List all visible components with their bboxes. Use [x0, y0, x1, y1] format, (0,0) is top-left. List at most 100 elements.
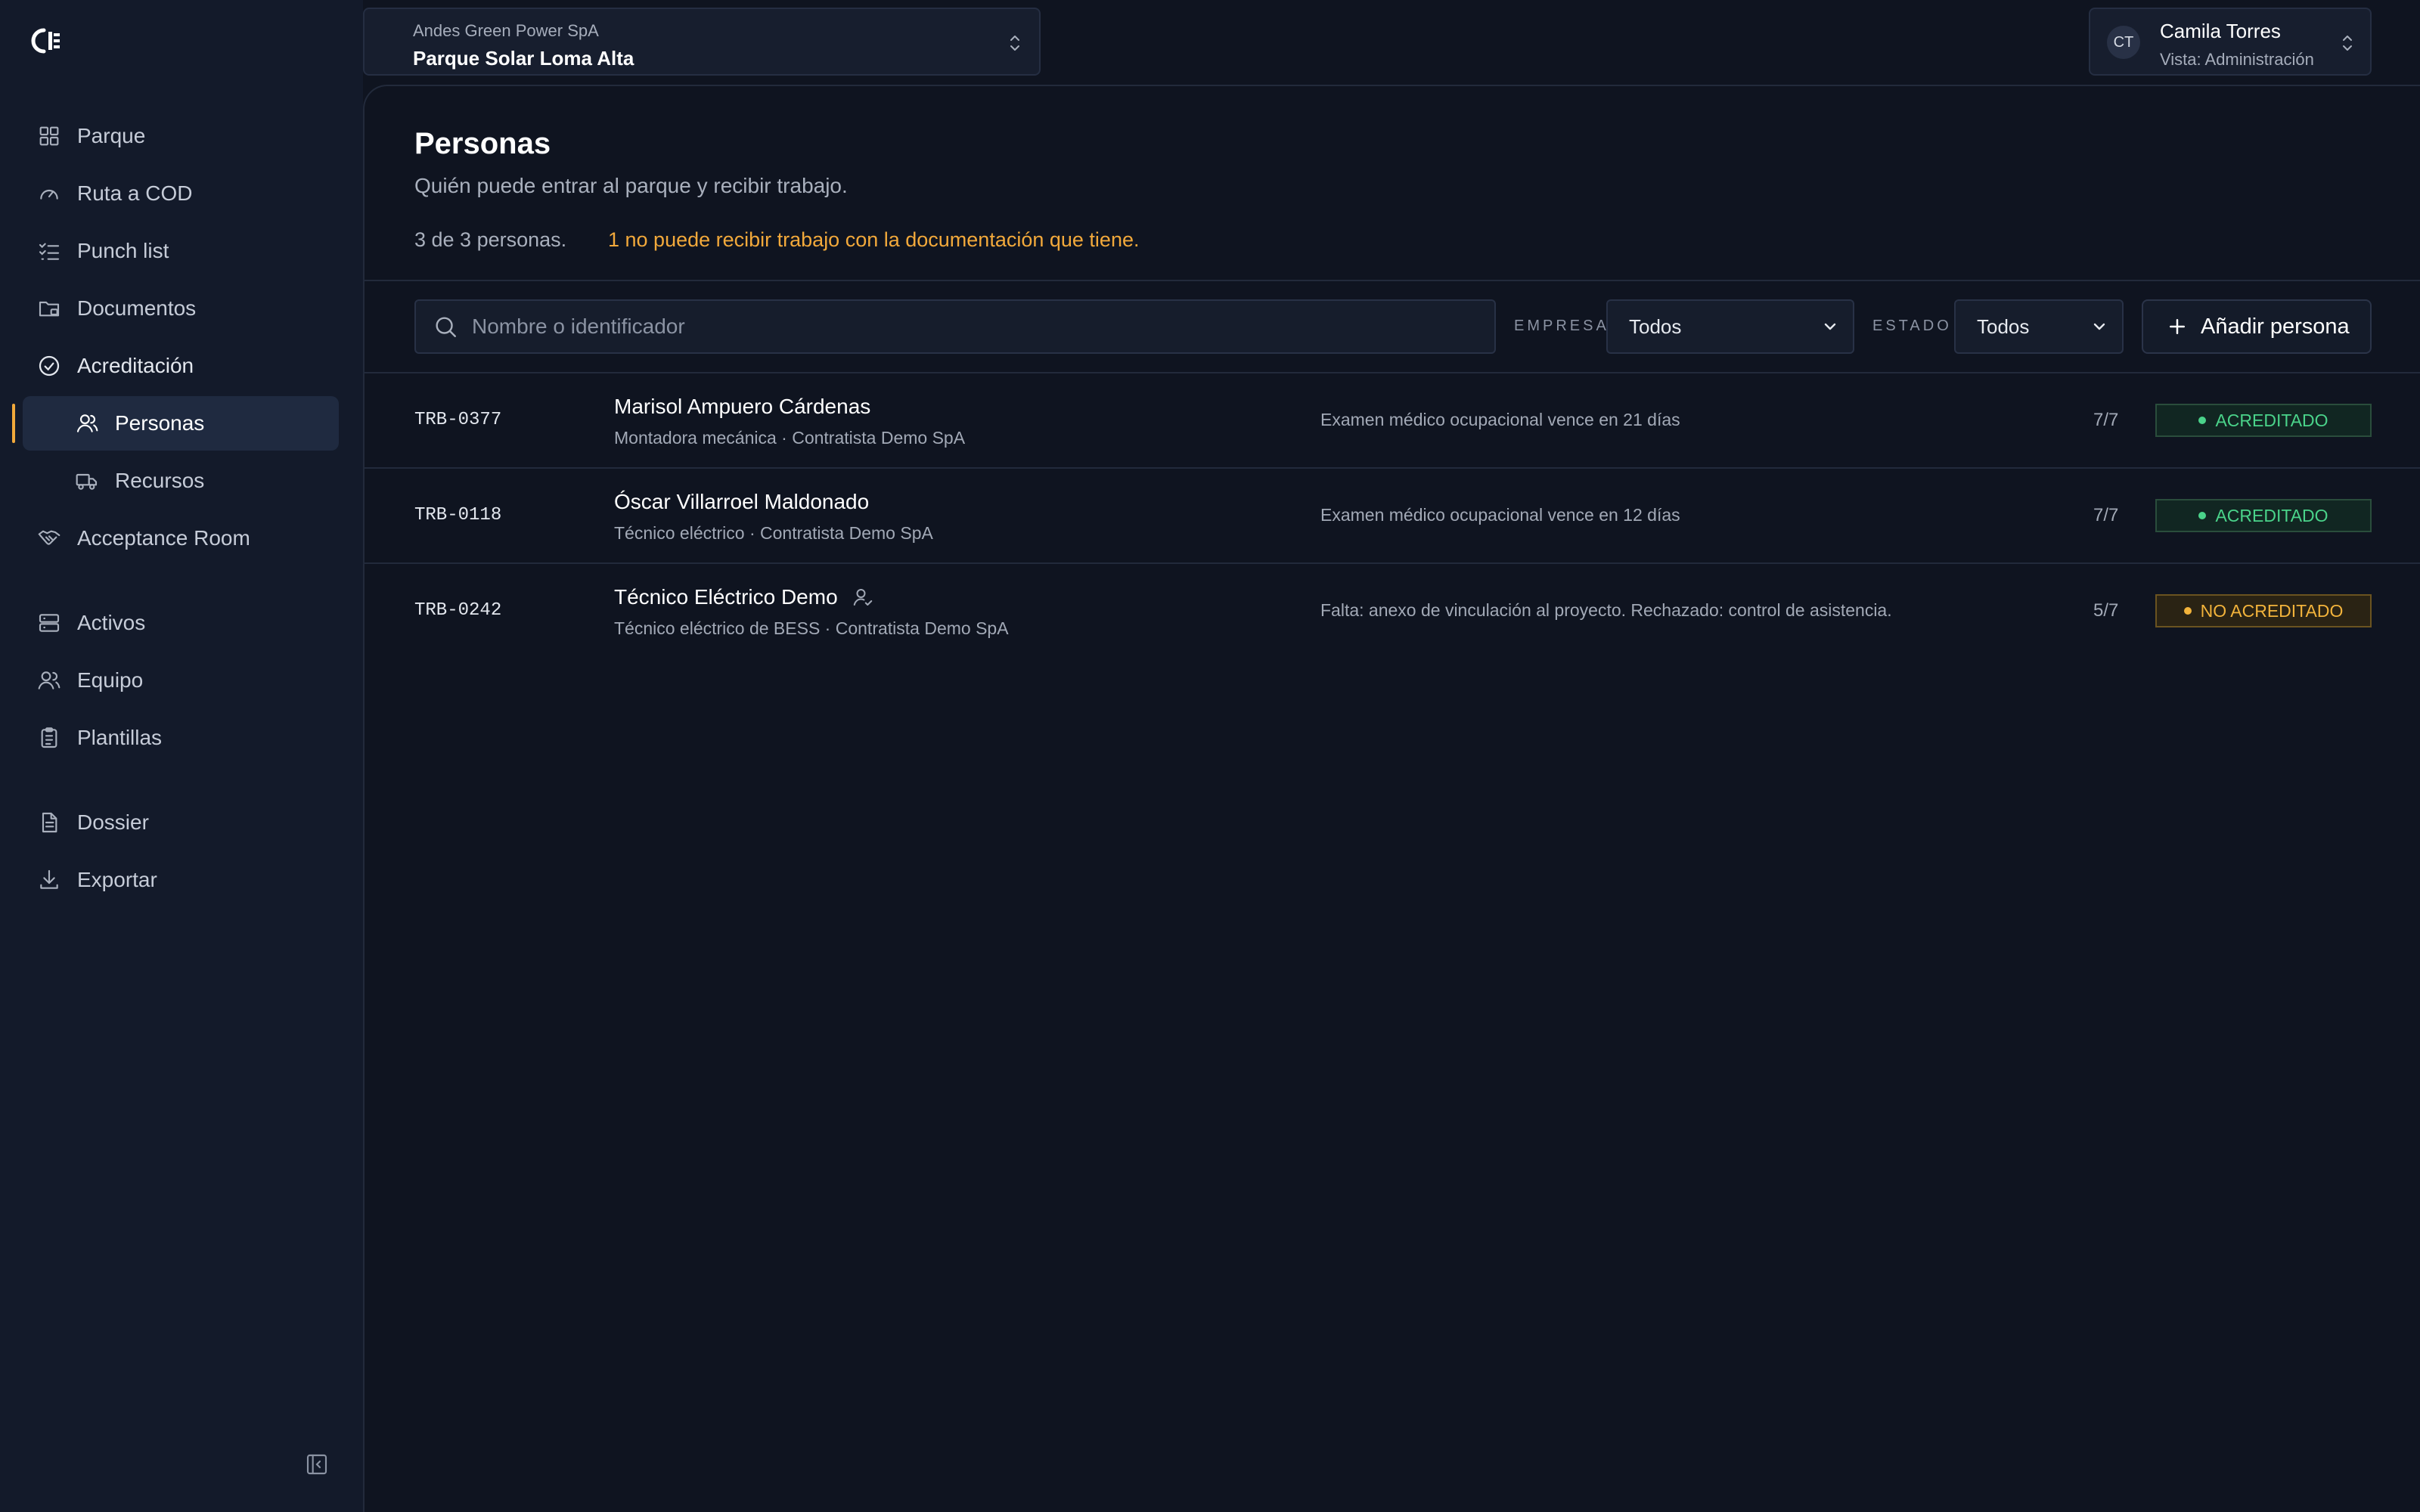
estado-filter-label: ESTADO — [1872, 318, 1952, 334]
sidebar-item-documentos[interactable]: Documentos — [23, 281, 339, 336]
empresa-select[interactable]: Todos — [1606, 299, 1854, 354]
user-role: Vista: Administración — [2160, 50, 2314, 69]
table-row[interactable]: TRB-0242 Técnico Eléctrico Demo Técnico … — [365, 564, 2420, 659]
table-row[interactable]: TRB-0118 Óscar Villarroel Maldonado Técn… — [365, 469, 2420, 564]
sidebar: Parque Ruta a COD Punch list Documentos — [0, 0, 363, 1512]
people-count: 3 de 3 personas. — [414, 228, 567, 251]
grid-icon — [36, 123, 62, 149]
sidebar-item-label: Dossier — [77, 810, 149, 834]
sidebar-item-label: Plantillas — [77, 726, 163, 749]
sidebar-item-label: Exportar — [77, 868, 157, 891]
sidebar-item-punch-list[interactable]: Punch list — [23, 224, 339, 278]
sidebar-item-label: Parque — [77, 124, 146, 147]
sidebar-item-acceptance-room[interactable]: Acceptance Room — [23, 511, 339, 565]
table-row[interactable]: TRB-0377 Marisol Ampuero Cárdenas Montad… — [365, 373, 2420, 469]
sidebar-item-parque[interactable]: Parque — [23, 109, 339, 163]
estado-select-value: Todos — [1977, 314, 2030, 338]
check-circle-icon — [36, 353, 62, 379]
person-name-text: Técnico Eléctrico Demo — [614, 585, 838, 609]
status-badge: NO ACREDITADO — [2155, 594, 2372, 627]
empresa-filter-label: EMPRESA — [1514, 318, 1609, 334]
search-input[interactable] — [470, 314, 1494, 339]
sidebar-item-ruta-cod[interactable]: Ruta a COD — [23, 166, 339, 221]
person-meta: Técnico eléctrico de BESS · Contratista … — [614, 618, 1009, 638]
file-icon — [36, 810, 62, 835]
status-dot — [2183, 607, 2192, 615]
project-switcher[interactable]: Andes Green Power SpA Parque Solar Loma … — [363, 8, 1041, 76]
person-meta: Montadora mecánica · Contratista Demo Sp… — [614, 428, 966, 448]
status-dot — [2198, 417, 2207, 424]
person-name-text: Marisol Ampuero Cárdenas — [614, 395, 871, 418]
add-person-label: Añadir persona — [2201, 314, 2350, 339]
sidebar-item-label: Acceptance Room — [77, 526, 250, 550]
status-badge: ACREDITADO — [2155, 404, 2372, 437]
server-icon — [36, 610, 62, 636]
sidebar-collapse-icon — [305, 1452, 329, 1480]
avatar: CT — [2107, 26, 2140, 59]
empresa-select-value: Todos — [1629, 314, 1682, 338]
sidebar-item-label: Ruta a COD — [77, 181, 193, 205]
sidebar-item-acreditacion[interactable]: Acreditación — [23, 339, 339, 393]
sidebar-item-dossier[interactable]: Dossier — [23, 795, 339, 850]
sidebar-item-recursos[interactable]: Recursos — [23, 454, 339, 508]
status-label: ACREDITADO — [2215, 410, 2328, 430]
collapse-sidebar-button[interactable] — [302, 1452, 331, 1480]
person-note: Examen médico ocupacional vence en 12 dí… — [1320, 505, 1680, 525]
team-icon — [36, 668, 62, 693]
chevron-up-down-icon — [1004, 30, 1025, 56]
person-meta: Técnico eléctrico · Contratista Demo SpA — [614, 523, 933, 543]
clipboard-icon — [36, 725, 62, 751]
sidebar-item-label: Recursos — [115, 469, 205, 492]
checklist-icon — [36, 238, 62, 264]
project-name: Parque Solar Loma Alta — [413, 47, 634, 70]
search-box[interactable] — [414, 299, 1496, 354]
chevron-down-icon — [2090, 318, 2108, 336]
person-name-text: Óscar Villarroel Maldonado — [614, 490, 870, 513]
org-name: Andes Green Power SpA — [413, 21, 599, 40]
user-check-icon — [852, 586, 874, 609]
folder-icon — [36, 296, 62, 321]
sidebar-item-label: Personas — [115, 411, 205, 435]
warning-message: 1 no puede recibir trabajo con la docume… — [608, 228, 1140, 251]
status-label: ACREDITADO — [2215, 505, 2328, 525]
person-code: TRB-0118 — [414, 505, 502, 525]
divider — [365, 280, 2420, 281]
chevron-up-down-icon — [2337, 30, 2358, 56]
handshake-icon — [36, 525, 62, 551]
chevron-down-icon — [1821, 318, 1839, 336]
document-count: 7/7 — [2093, 505, 2119, 525]
status-badge: ACREDITADO — [2155, 499, 2372, 532]
document-count: 7/7 — [2093, 410, 2119, 430]
document-count: 5/7 — [2093, 600, 2119, 621]
person-code: TRB-0377 — [414, 410, 502, 430]
person-name: Óscar Villarroel Maldonado — [614, 490, 869, 514]
person-note: Falta: anexo de vinculación al proyecto.… — [1320, 600, 1892, 620]
person-code: TRB-0242 — [414, 600, 502, 621]
plus-icon — [2166, 315, 2189, 338]
search-icon — [433, 314, 458, 339]
main-panel: Personas Quién puede entrar al parque y … — [363, 85, 2420, 1512]
app-logo[interactable] — [29, 26, 64, 56]
truck-icon — [74, 468, 100, 494]
estado-select[interactable]: Todos — [1954, 299, 2124, 354]
sidebar-item-label: Punch list — [77, 239, 169, 262]
add-person-button[interactable]: Añadir persona — [2142, 299, 2372, 354]
gauge-icon — [36, 181, 62, 206]
sidebar-item-personas[interactable]: Personas — [23, 396, 339, 451]
page-subtitle: Quién puede entrar al parque y recibir t… — [414, 174, 848, 197]
person-name: Marisol Ampuero Cárdenas — [614, 395, 870, 419]
app-root: Parque Ruta a COD Punch list Documentos — [0, 0, 2420, 1512]
sidebar-item-label: Activos — [77, 611, 146, 634]
page-title: Personas — [414, 127, 551, 160]
person-name: Técnico Eléctrico Demo — [614, 585, 874, 609]
sidebar-item-activos[interactable]: Activos — [23, 596, 339, 650]
download-icon — [36, 867, 62, 893]
user-menu[interactable]: CT Camila Torres Vista: Administración — [2089, 8, 2372, 76]
user-name: Camila Torres — [2160, 20, 2281, 42]
sidebar-item-label: Documentos — [77, 296, 197, 320]
person-note: Examen médico ocupacional vence en 21 dí… — [1320, 410, 1680, 429]
sidebar-item-plantillas[interactable]: Plantillas — [23, 711, 339, 765]
sidebar-item-label: Acreditación — [77, 354, 194, 377]
sidebar-item-exportar[interactable]: Exportar — [23, 853, 339, 907]
sidebar-item-equipo[interactable]: Equipo — [23, 653, 339, 708]
